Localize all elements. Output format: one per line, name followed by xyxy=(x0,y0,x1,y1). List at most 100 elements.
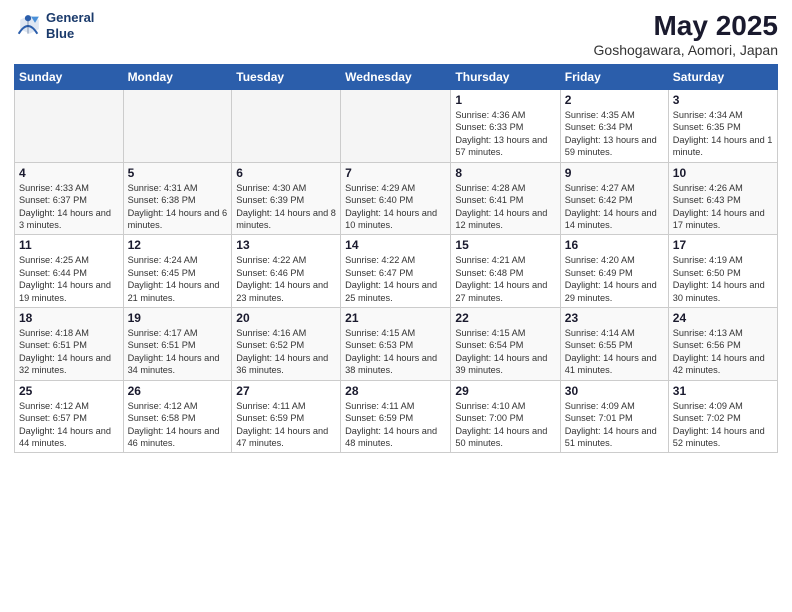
day-info: Sunrise: 4:20 AMSunset: 6:49 PMDaylight:… xyxy=(565,254,664,304)
day-info: Sunrise: 4:14 AMSunset: 6:55 PMDaylight:… xyxy=(565,327,664,377)
day-number: 21 xyxy=(345,311,446,325)
day-header-saturday: Saturday xyxy=(668,65,777,90)
calendar-cell: 10 Sunrise: 4:26 AMSunset: 6:43 PMDayligh… xyxy=(668,162,777,235)
calendar-cell: 6Sunrise: 4:30 AMSunset: 6:39 PMDaylight… xyxy=(232,162,341,235)
day-info: Sunrise: 4:24 AMSunset: 6:45 PMDaylight:… xyxy=(128,254,228,304)
day-info: Sunrise: 4:18 AMSunset: 6:51 PMDaylight:… xyxy=(19,327,119,377)
day-number: 4 xyxy=(19,166,119,180)
day-info: Sunrise: 4:31 AMSunset: 6:38 PMDaylight:… xyxy=(128,182,228,232)
day-number: 29 xyxy=(455,384,555,398)
calendar-cell: 28Sunrise: 4:11 AMSunset: 6:59 PMDayligh… xyxy=(341,380,451,453)
calendar-cell: 24Sunrise: 4:13 AMSunset: 6:56 PMDayligh… xyxy=(668,308,777,381)
day-info: Sunrise: 4:27 AMSunset: 6:42 PMDaylight:… xyxy=(565,182,664,232)
calendar-cell: 9 Sunrise: 4:27 AMSunset: 6:42 PMDaylight… xyxy=(560,162,668,235)
day-info: Sunrise: 4:22 AMSunset: 6:47 PMDaylight:… xyxy=(345,254,446,304)
day-info: Sunrise: 4:33 AMSunset: 6:37 PMDaylight:… xyxy=(19,182,119,232)
calendar-cell: 14 Sunrise: 4:22 AMSunset: 6:47 PMDayligh… xyxy=(341,235,451,308)
calendar-cell: 3 Sunrise: 4:34 AMSunset: 6:35 PMDaylight… xyxy=(668,90,777,163)
day-number: 15 xyxy=(455,238,555,252)
logo-text: General Blue xyxy=(46,10,94,41)
day-header-wednesday: Wednesday xyxy=(341,65,451,90)
day-header-friday: Friday xyxy=(560,65,668,90)
day-info: Sunrise: 4:29 AMSunset: 6:40 PMDaylight:… xyxy=(345,182,446,232)
calendar-cell: 12 Sunrise: 4:24 AMSunset: 6:45 PMDayligh… xyxy=(123,235,232,308)
day-info: Sunrise: 4:16 AMSunset: 6:52 PMDaylight:… xyxy=(236,327,336,377)
day-number: 31 xyxy=(673,384,773,398)
day-info: Sunrise: 4:36 AMSunset: 6:33 PMDaylight:… xyxy=(455,109,555,159)
day-info: Sunrise: 4:09 AMSunset: 7:02 PMDaylight:… xyxy=(673,400,773,450)
day-info: Sunrise: 4:15 AMSunset: 6:53 PMDaylight:… xyxy=(345,327,446,377)
day-header-monday: Monday xyxy=(123,65,232,90)
calendar-cell: 23Sunrise: 4:14 AMSunset: 6:55 PMDayligh… xyxy=(560,308,668,381)
calendar-header-row: SundayMondayTuesdayWednesdayThursdayFrid… xyxy=(15,65,778,90)
calendar-week-3: 11Sunrise: 4:25 AMSunset: 6:44 PMDayligh… xyxy=(15,235,778,308)
calendar-cell: 17Sunrise: 4:19 AMSunset: 6:50 PMDayligh… xyxy=(668,235,777,308)
calendar-week-2: 4 Sunrise: 4:33 AMSunset: 6:37 PMDaylight… xyxy=(15,162,778,235)
day-header-sunday: Sunday xyxy=(15,65,124,90)
day-number: 11 xyxy=(19,238,119,252)
logo: General Blue xyxy=(14,10,94,41)
day-info: Sunrise: 4:11 AMSunset: 6:59 PMDaylight:… xyxy=(236,400,336,450)
day-number: 9 xyxy=(565,166,664,180)
calendar-cell: 19Sunrise: 4:17 AMSunset: 6:51 PMDayligh… xyxy=(123,308,232,381)
day-number: 22 xyxy=(455,311,555,325)
calendar-cell: 20Sunrise: 4:16 AMSunset: 6:52 PMDayligh… xyxy=(232,308,341,381)
calendar-cell xyxy=(15,90,124,163)
day-number: 25 xyxy=(19,384,119,398)
calendar-cell xyxy=(341,90,451,163)
calendar-week-1: 1 Sunrise: 4:36 AMSunset: 6:33 PMDaylight… xyxy=(15,90,778,163)
day-number: 1 xyxy=(455,93,555,107)
day-number: 14 xyxy=(345,238,446,252)
day-info: Sunrise: 4:34 AMSunset: 6:35 PMDaylight:… xyxy=(673,109,773,159)
calendar-cell: 2Sunrise: 4:35 AMSunset: 6:34 PMDaylight… xyxy=(560,90,668,163)
title-block: May 2025 Goshogawara, Aomori, Japan xyxy=(594,10,778,58)
day-number: 18 xyxy=(19,311,119,325)
day-info: Sunrise: 4:13 AMSunset: 6:56 PMDaylight:… xyxy=(673,327,773,377)
day-number: 3 xyxy=(673,93,773,107)
page: General Blue May 2025 Goshogawara, Aomor… xyxy=(0,0,792,612)
calendar-cell: 27 Sunrise: 4:11 AMSunset: 6:59 PMDayligh… xyxy=(232,380,341,453)
calendar-cell: 15 Sunrise: 4:21 AMSunset: 6:48 PMDayligh… xyxy=(451,235,560,308)
day-number: 12 xyxy=(128,238,228,252)
day-info: Sunrise: 4:10 AMSunset: 7:00 PMDaylight:… xyxy=(455,400,555,450)
day-number: 27 xyxy=(236,384,336,398)
day-number: 10 xyxy=(673,166,773,180)
day-number: 6 xyxy=(236,166,336,180)
calendar-cell: 13 Sunrise: 4:22 AMSunset: 6:46 PMDayligh… xyxy=(232,235,341,308)
day-info: Sunrise: 4:12 AMSunset: 6:57 PMDaylight:… xyxy=(19,400,119,450)
day-number: 13 xyxy=(236,238,336,252)
day-info: Sunrise: 4:22 AMSunset: 6:46 PMDaylight:… xyxy=(236,254,336,304)
day-info: Sunrise: 4:17 AMSunset: 6:51 PMDaylight:… xyxy=(128,327,228,377)
day-number: 5 xyxy=(128,166,228,180)
day-number: 17 xyxy=(673,238,773,252)
day-header-tuesday: Tuesday xyxy=(232,65,341,90)
calendar-cell: 16 Sunrise: 4:20 AMSunset: 6:49 PMDayligh… xyxy=(560,235,668,308)
calendar-cell: 26 Sunrise: 4:12 AMSunset: 6:58 PMDayligh… xyxy=(123,380,232,453)
generalblue-logo-icon xyxy=(14,12,42,40)
calendar-cell: 7Sunrise: 4:29 AMSunset: 6:40 PMDaylight… xyxy=(341,162,451,235)
calendar-cell: 25 Sunrise: 4:12 AMSunset: 6:57 PMDayligh… xyxy=(15,380,124,453)
day-info: Sunrise: 4:28 AMSunset: 6:41 PMDaylight:… xyxy=(455,182,555,232)
calendar-cell: 21 Sunrise: 4:15 AMSunset: 6:53 PMDayligh… xyxy=(341,308,451,381)
calendar-cell xyxy=(232,90,341,163)
day-info: Sunrise: 4:12 AMSunset: 6:58 PMDaylight:… xyxy=(128,400,228,450)
day-info: Sunrise: 4:11 AMSunset: 6:59 PMDaylight:… xyxy=(345,400,446,450)
day-number: 2 xyxy=(565,93,664,107)
calendar-cell: 8Sunrise: 4:28 AMSunset: 6:41 PMDaylight… xyxy=(451,162,560,235)
calendar-cell: 31 Sunrise: 4:09 AMSunset: 7:02 PMDayligh… xyxy=(668,380,777,453)
day-number: 30 xyxy=(565,384,664,398)
calendar-cell: 11Sunrise: 4:25 AMSunset: 6:44 PMDayligh… xyxy=(15,235,124,308)
calendar-week-5: 25 Sunrise: 4:12 AMSunset: 6:57 PMDayligh… xyxy=(15,380,778,453)
day-info: Sunrise: 4:21 AMSunset: 6:48 PMDaylight:… xyxy=(455,254,555,304)
day-header-thursday: Thursday xyxy=(451,65,560,90)
day-info: Sunrise: 4:26 AMSunset: 6:43 PMDaylight:… xyxy=(673,182,773,232)
calendar-cell: 29 Sunrise: 4:10 AMSunset: 7:00 PMDayligh… xyxy=(451,380,560,453)
calendar-table: SundayMondayTuesdayWednesdayThursdayFrid… xyxy=(14,64,778,453)
calendar-cell: 18 Sunrise: 4:18 AMSunset: 6:51 PMDayligh… xyxy=(15,308,124,381)
calendar-week-4: 18 Sunrise: 4:18 AMSunset: 6:51 PMDayligh… xyxy=(15,308,778,381)
day-number: 16 xyxy=(565,238,664,252)
day-number: 26 xyxy=(128,384,228,398)
calendar-cell xyxy=(123,90,232,163)
day-info: Sunrise: 4:09 AMSunset: 7:01 PMDaylight:… xyxy=(565,400,664,450)
main-title: May 2025 xyxy=(594,10,778,42)
